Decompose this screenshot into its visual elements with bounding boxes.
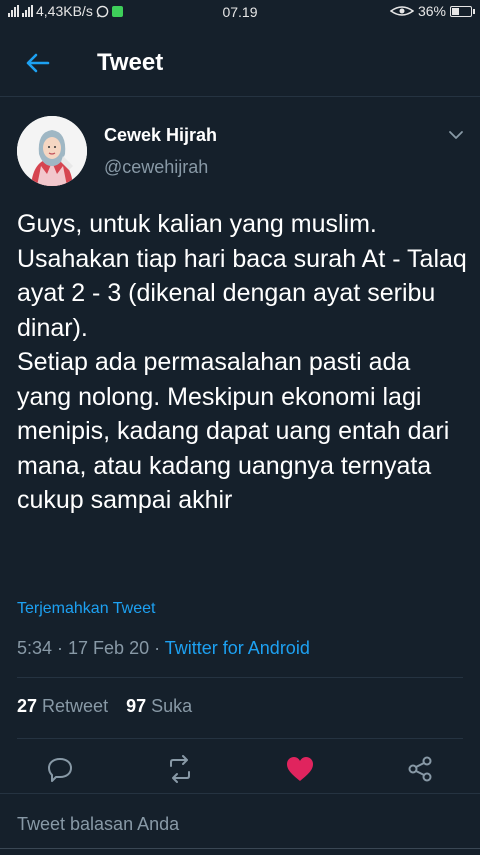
battery-fill <box>452 7 460 15</box>
tweet-source-link[interactable]: Twitter for Android <box>165 638 310 658</box>
tweet-meta: 5:34 · 17 Feb 20 · Twitter for Android <box>17 638 310 659</box>
like-count[interactable]: 97 <box>126 696 146 717</box>
tweet-timestamp: 5:34 · 17 Feb 20 · <box>17 638 165 658</box>
author-name[interactable]: Cewek Hijrah <box>104 125 217 146</box>
share-icon[interactable] <box>405 754 435 784</box>
heart-icon[interactable] <box>285 754 315 784</box>
author-handle[interactable]: @cewehijrah <box>104 157 208 178</box>
divider <box>17 738 463 739</box>
retweet-count[interactable]: 27 <box>17 696 37 717</box>
tweet-text: Guys, untuk kalian yang muslim. Usahakan… <box>17 207 467 518</box>
battery-percent: 36% <box>417 3 446 19</box>
comment-icon[interactable] <box>45 754 75 784</box>
retweet-label[interactable]: Retweet <box>42 696 108 717</box>
chevron-down-icon[interactable] <box>448 127 464 143</box>
top-app-bar: Tweet <box>0 30 480 97</box>
divider <box>17 677 463 678</box>
retweet-icon[interactable] <box>165 754 195 784</box>
tweet-stats: 27 Retweet 97 Suka <box>17 696 192 717</box>
eye-icon <box>389 6 414 16</box>
status-right: 36% <box>389 3 475 19</box>
reply-input[interactable]: Tweet balasan Anda <box>17 814 179 835</box>
page-title: Tweet <box>97 49 164 76</box>
translate-link[interactable]: Terjemahkan Tweet <box>17 600 155 618</box>
tweet-paragraph: Setiap ada permasalahan pasti ada yang n… <box>17 348 450 514</box>
divider <box>0 848 480 849</box>
status-bar: 4,43KB/s 07.19 36% <box>0 0 480 26</box>
avatar[interactable] <box>17 116 87 186</box>
tweet-paragraph: Guys, untuk kalian yang muslim. Usahakan… <box>17 210 467 342</box>
avatar-illustration <box>17 116 87 186</box>
reply-composer[interactable]: Tweet balasan Anda <box>0 793 480 855</box>
like-label[interactable]: Suka <box>151 696 192 717</box>
arrow-left-icon[interactable] <box>22 48 52 78</box>
battery-icon <box>450 5 475 17</box>
